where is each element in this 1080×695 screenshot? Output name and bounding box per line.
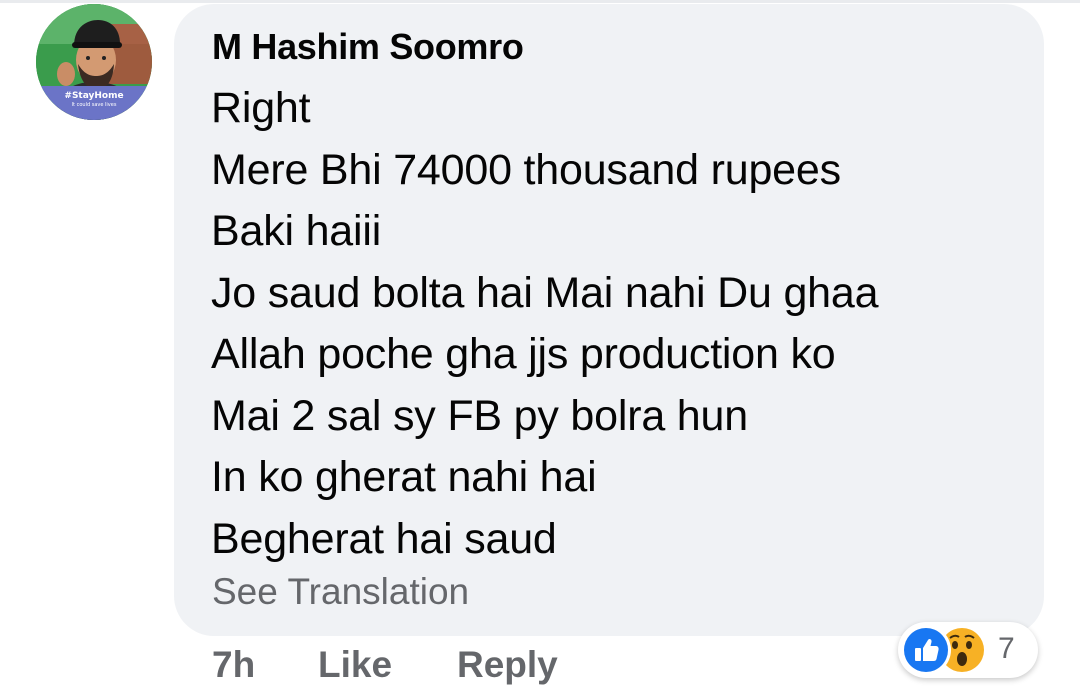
comment-line: Mere Bhi 74000 thousand rupees: [211, 145, 841, 194]
comment-line: In ko gherat nahi hai: [211, 453, 597, 501]
frame-title: #StayHome: [64, 91, 124, 101]
reply-button[interactable]: Reply: [457, 644, 558, 686]
comment-line: Begherat hai saud: [211, 514, 557, 563]
avatar[interactable]: #StayHome It could save lives: [36, 4, 152, 120]
reactions-summary[interactable]: 7: [898, 622, 1038, 678]
comment-author[interactable]: M Hashim Soomro: [212, 26, 524, 68]
comment-screen: #StayHome It could save lives M Hashim S…: [0, 0, 1080, 695]
comment-line: Mai 2 sal sy FB py bolra hun: [211, 391, 748, 440]
frame-subtitle: It could save lives: [71, 102, 117, 108]
like-icon: [904, 628, 948, 672]
reaction-count: 7: [998, 632, 1015, 665]
stayhome-frame: #StayHome It could save lives: [36, 86, 152, 120]
see-translation-link[interactable]: See Translation: [212, 571, 469, 613]
comment-line: Allah poche gha jjs production ko: [211, 330, 836, 378]
comment-line: Baki haiii: [211, 207, 382, 255]
comment-body: Right Mere Bhi 74000 thousand rupees Bak…: [211, 78, 879, 570]
top-divider: [0, 0, 1080, 3]
comment-timestamp: 7h: [212, 644, 256, 685]
like-button[interactable]: Like: [318, 644, 392, 686]
comment-line: Jo saud bolta hai Mai nahi Du ghaa: [211, 268, 879, 317]
comment-line: Right: [211, 84, 311, 132]
